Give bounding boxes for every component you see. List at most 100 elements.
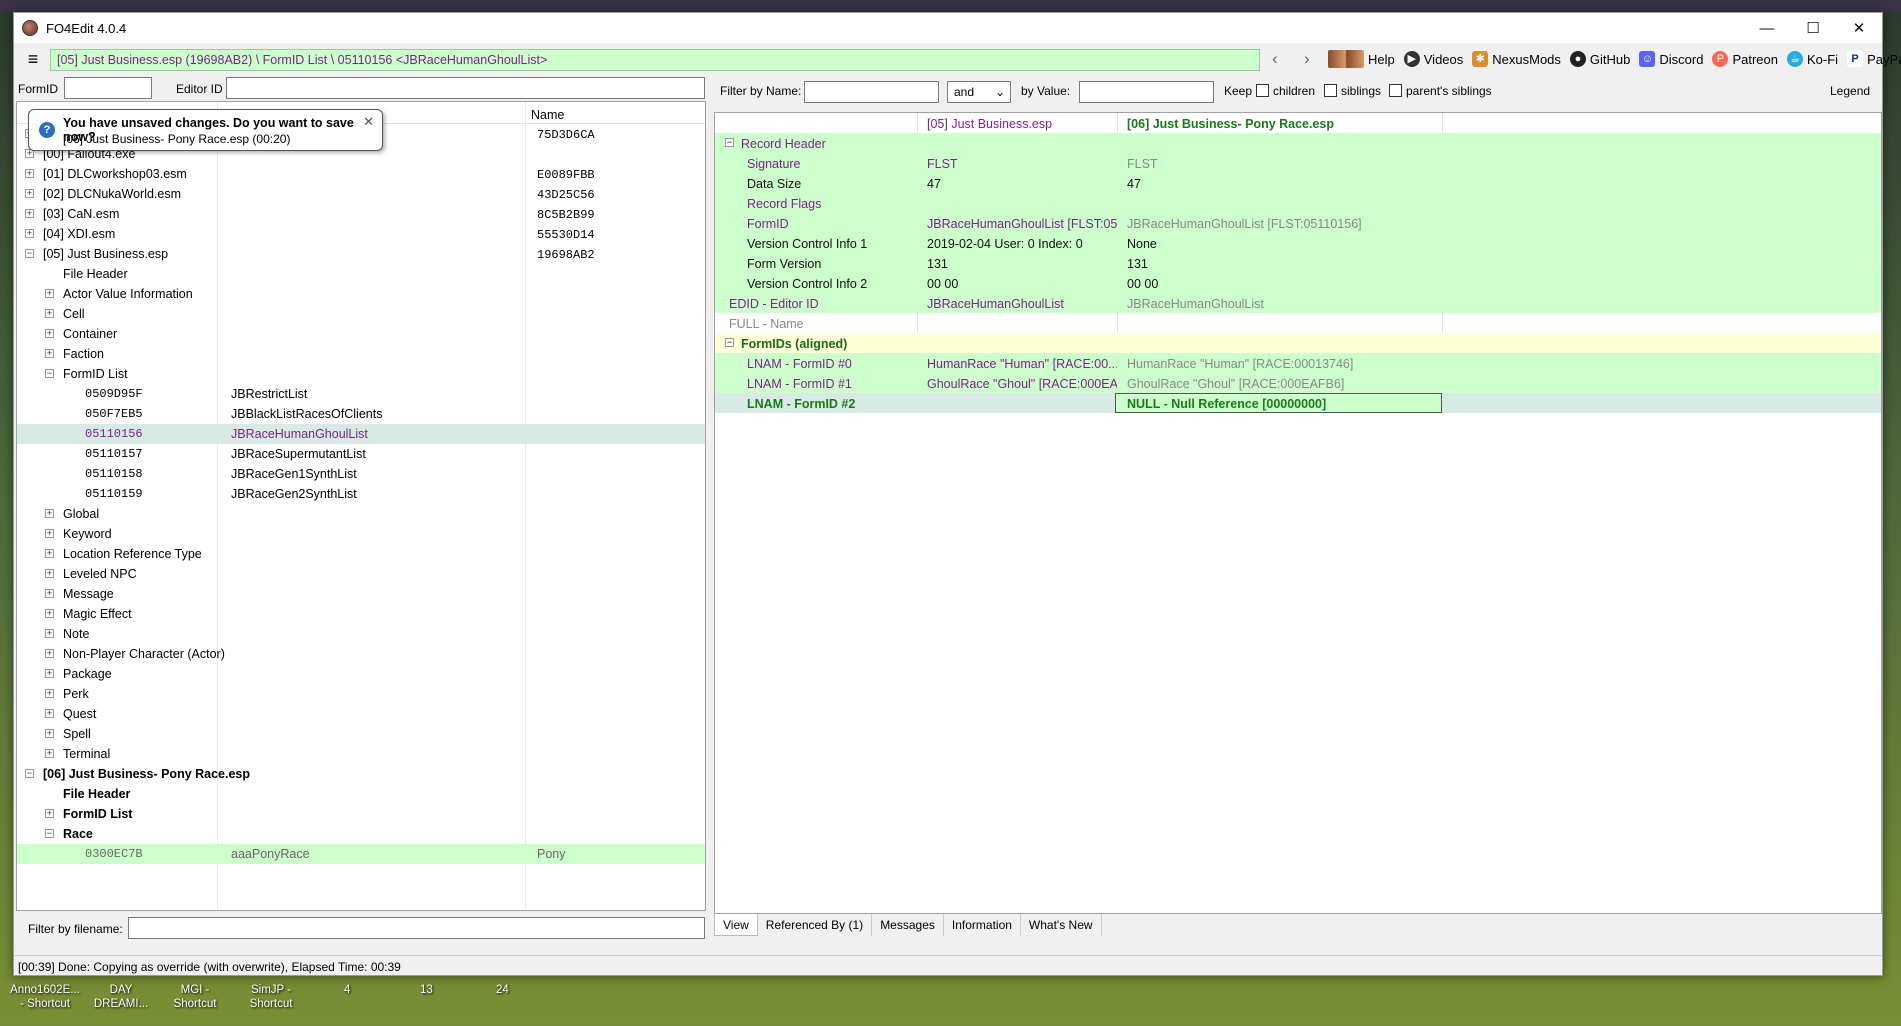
formid-input[interactable]: [64, 77, 152, 99]
expand-icon[interactable]: +: [45, 689, 54, 698]
view-row[interactable]: EDID - Editor ID JBRaceHumanGhoulList JBRa…: [715, 293, 1881, 313]
videos-link[interactable]: ▶ Videos: [1403, 51, 1463, 67]
tree-row[interactable]: + Keyword: [17, 524, 705, 544]
tree-row[interactable]: + Perk: [17, 684, 705, 704]
record-view-grid[interactable]: [05] Just Business.esp [06] Just Busines…: [714, 112, 1882, 914]
tree-row[interactable]: + FormID List: [17, 804, 705, 824]
by-value-input[interactable]: [1079, 81, 1214, 103]
collapse-icon[interactable]: −: [725, 338, 734, 347]
expand-icon[interactable]: +: [45, 509, 54, 518]
expand-icon[interactable]: +: [45, 749, 54, 758]
shortcut-mgi[interactable]: MGI - Shortcut: [170, 983, 220, 1011]
collapse-icon[interactable]: −: [45, 369, 54, 378]
discord-link[interactable]: ☺ Discord: [1639, 51, 1703, 67]
tree-row[interactable]: − [05] Just Business.esp 19698AB2: [17, 244, 705, 264]
expand-icon[interactable]: +: [45, 569, 54, 578]
view-row[interactable]: Version Control Info 2 00 00 00 00: [715, 273, 1881, 293]
expand-icon[interactable]: +: [25, 169, 34, 178]
view-row[interactable]: − FormIDs (aligned): [715, 333, 1881, 353]
tab-whats-new[interactable]: What's New: [1020, 914, 1102, 936]
view-row[interactable]: LNAM - FormID #0 HumanRace "Human" [RACE:…: [715, 353, 1881, 373]
expand-icon[interactable]: +: [45, 669, 54, 678]
tree-row[interactable]: − FormID List: [17, 364, 705, 384]
tree-row[interactable]: + Leveled NPC: [17, 564, 705, 584]
tree-row[interactable]: 05110159 JBRaceGen2SynthList: [17, 484, 705, 504]
view-row[interactable]: Signature FLST FLST: [715, 153, 1881, 173]
expand-icon[interactable]: +: [45, 589, 54, 598]
shortcut-simjp[interactable]: SimJP - Shortcut: [246, 983, 296, 1011]
tree-row[interactable]: + Actor Value Information: [17, 284, 705, 304]
tree-row[interactable]: 0509D95F JBRestrictList: [17, 384, 705, 404]
tree-row[interactable]: + Cell: [17, 304, 705, 324]
expand-icon[interactable]: +: [25, 189, 34, 198]
expand-icon[interactable]: +: [45, 549, 54, 558]
tree-row[interactable]: + Spell: [17, 724, 705, 744]
tab-view[interactable]: View: [714, 914, 758, 936]
tree-row[interactable]: + Magic Effect: [17, 604, 705, 624]
tree-row[interactable]: + Package: [17, 664, 705, 684]
shortcut-24[interactable]: 24: [496, 983, 509, 997]
nexusmods-link[interactable]: ✱ NexusMods: [1472, 51, 1561, 67]
expand-icon[interactable]: +: [45, 629, 54, 638]
col-name-header[interactable]: Name: [531, 108, 564, 122]
view-row[interactable]: Version Control Info 1 2019-02-04 User: 0…: [715, 233, 1881, 253]
view-row[interactable]: Data Size 47 47: [715, 173, 1881, 193]
tree-row[interactable]: File Header: [17, 264, 705, 284]
patreon-link[interactable]: P Patreon: [1712, 51, 1778, 67]
view-row[interactable]: FULL - Name: [715, 313, 1881, 333]
back-arrow-icon[interactable]: ‹: [1272, 49, 1278, 69]
tree-row[interactable]: + Global: [17, 504, 705, 524]
shortcut-daydream[interactable]: DAY DREAMI...: [92, 983, 150, 1011]
legend-button[interactable]: Legend: [1830, 84, 1870, 98]
minimize-button[interactable]: —: [1744, 13, 1790, 43]
tree-row[interactable]: 05110158 JBRaceGen1SynthList: [17, 464, 705, 484]
expand-icon[interactable]: +: [45, 349, 54, 358]
tree-row[interactable]: + [04] XDI.esm 55530D14: [17, 224, 705, 244]
collapse-icon[interactable]: −: [25, 249, 34, 258]
children-checkbox[interactable]: [1256, 84, 1269, 97]
shortcut-4[interactable]: 4: [344, 983, 350, 997]
record-path-field[interactable]: [05] Just Business.esp (19698AB2) \ Form…: [50, 49, 1260, 71]
tree-row[interactable]: + Message: [17, 584, 705, 604]
expand-icon[interactable]: +: [45, 649, 54, 658]
tree-row[interactable]: + Location Reference Type: [17, 544, 705, 564]
tree-row[interactable]: File Header: [17, 784, 705, 804]
col2-header[interactable]: [06] Just Business- Pony Race.esp: [1127, 117, 1334, 131]
tree-row[interactable]: + [02] DLCNukaWorld.esm 43D25C56: [17, 184, 705, 204]
col1-header[interactable]: [05] Just Business.esp: [927, 117, 1117, 131]
maximize-button[interactable]: ☐: [1790, 13, 1836, 43]
expand-icon[interactable]: +: [45, 289, 54, 298]
tree-row[interactable]: + Non-Player Character (Actor): [17, 644, 705, 664]
tree-row[interactable]: + [03] CaN.esm 8C5B2B99: [17, 204, 705, 224]
hint-close-icon[interactable]: ✕: [363, 114, 374, 130]
paypal-link[interactable]: PPayPal: [1847, 51, 1901, 67]
close-button[interactable]: ✕: [1836, 13, 1882, 43]
view-row[interactable]: FormID JBRaceHumanGhoulList [FLST:05... JB…: [715, 213, 1881, 233]
record-tree[interactable]: Name +[00] Fallout4.esm75D3D6CA+[00] Fal…: [16, 101, 706, 911]
operator-select[interactable]: and ⌄: [947, 81, 1011, 103]
collapse-icon[interactable]: −: [45, 829, 54, 838]
tree-row[interactable]: + Terminal: [17, 744, 705, 764]
view-row[interactable]: Form Version 131 131: [715, 253, 1881, 273]
collapse-icon[interactable]: −: [25, 769, 34, 778]
shortcut-anno[interactable]: Anno1602E... - Shortcut: [10, 983, 80, 1011]
tab-information[interactable]: Information: [943, 914, 1021, 936]
tree-row[interactable]: + [01] DLCworkshop03.esm E0089FBB: [17, 164, 705, 184]
tab-messages[interactable]: Messages: [872, 914, 944, 936]
expand-icon[interactable]: +: [25, 209, 34, 218]
view-row[interactable]: − Record Header: [715, 133, 1881, 153]
editorid-input[interactable]: [226, 77, 705, 99]
shortcut-13[interactable]: 13: [420, 983, 433, 997]
tree-row[interactable]: 050F7EB5 JBBlackListRacesOfClients: [17, 404, 705, 424]
tree-row[interactable]: 05110157 JBRaceSupermutantList: [17, 444, 705, 464]
view-row[interactable]: Record Flags: [715, 193, 1881, 213]
forward-arrow-icon[interactable]: ›: [1304, 49, 1310, 69]
menu-icon[interactable]: ≡: [22, 50, 44, 69]
siblings-checkbox[interactable]: [1324, 84, 1337, 97]
tree-row[interactable]: + Faction: [17, 344, 705, 364]
filter-name-input[interactable]: [804, 81, 939, 103]
tree-row[interactable]: + Note: [17, 624, 705, 644]
tree-row[interactable]: − Race: [17, 824, 705, 844]
tree-row[interactable]: + Container: [17, 324, 705, 344]
expand-icon[interactable]: +: [45, 809, 54, 818]
